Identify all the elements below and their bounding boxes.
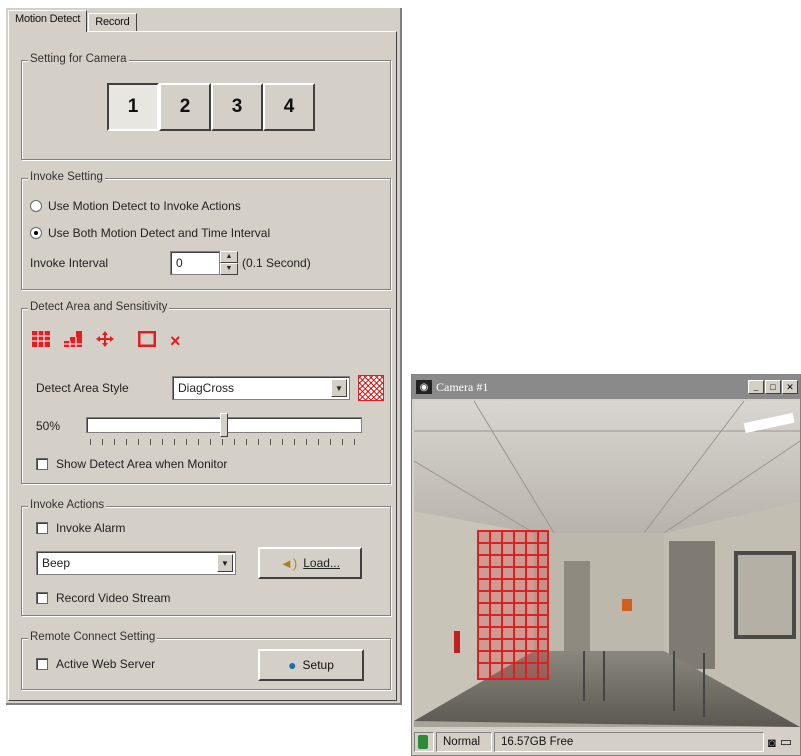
camera-setting-title: Setting for Camera (28, 53, 129, 65)
dropdown-arrow-icon[interactable]: ▼ (331, 379, 347, 397)
remote-connect-group: Remote Connect Setting Active Web Server… (21, 631, 391, 690)
record-video-checkbox[interactable] (36, 592, 48, 604)
tab-record[interactable]: Record (88, 13, 137, 32)
slider-ticks (90, 439, 362, 445)
spin-down-icon[interactable]: ▼ (220, 263, 238, 275)
camera-button-row: 1 2 3 4 (107, 83, 315, 131)
camera-window: ◉ Camera #1 _ □ ✕ Normal 16.57GB Free ◙ … (411, 374, 801, 756)
camera-3-button[interactable]: 3 (211, 83, 263, 131)
window-mode-icon[interactable]: ▭ (780, 734, 792, 750)
alarm-sound-select[interactable]: Beep ▼ (36, 551, 236, 575)
camera-title-bar[interactable]: ◉ Camera #1 _ □ ✕ (412, 375, 800, 399)
web-server-label: Active Web Server (56, 657, 156, 671)
load-button-label: Load... (303, 556, 340, 570)
spin-up-icon[interactable]: ▲ (220, 251, 238, 263)
record-video-option[interactable]: Record Video Stream (36, 591, 171, 605)
invoke-setting-title: Invoke Setting (28, 171, 105, 183)
invoke-setting-group: Invoke Setting Use Motion Detect to Invo… (21, 171, 391, 290)
move-icon[interactable] (96, 331, 114, 350)
camera-2-button[interactable]: 2 (159, 83, 211, 131)
pattern-preview-icon (358, 375, 384, 401)
slider-thumb[interactable] (220, 413, 228, 437)
remote-connect-title: Remote Connect Setting (28, 631, 158, 643)
camera-video-feed[interactable] (414, 401, 800, 727)
rectangle-icon[interactable] (137, 330, 157, 350)
status-mode: Normal (436, 732, 492, 752)
alarm-sound-value: Beep (42, 556, 71, 570)
snapshot-icon[interactable]: ◙ (768, 735, 776, 750)
tab-motion-detect[interactable]: Motion Detect (8, 10, 88, 32)
camera-status-bar: Normal 16.57GB Free ◙ ▭ (412, 729, 800, 755)
area-step-icon[interactable] (64, 331, 82, 350)
record-video-label: Record Video Stream (56, 591, 171, 605)
detection-grid-overlay (477, 530, 549, 680)
invoke-alarm-checkbox[interactable] (36, 522, 48, 534)
motion-and-time-option[interactable]: Use Both Motion Detect and Time Interval (30, 226, 270, 240)
camera-scene-image (414, 401, 800, 727)
status-free-space: 16.57GB Free (494, 732, 764, 752)
detect-style-row: Detect Area Style DiagCross ▼ (36, 375, 384, 401)
settings-panel: Motion Detect Record Setting for Camera … (6, 8, 402, 705)
motion-only-radio[interactable] (30, 200, 42, 212)
sensitivity-label: 50% (36, 419, 61, 433)
slider-track[interactable] (86, 417, 362, 433)
camera-4-button[interactable]: 4 (263, 83, 315, 131)
motion-only-option[interactable]: Use Motion Detect to Invoke Actions (30, 199, 241, 213)
delete-icon[interactable]: × (170, 332, 181, 350)
show-detect-area-label: Show Detect Area when Monitor (56, 457, 228, 471)
invoke-alarm-option[interactable]: Invoke Alarm (36, 521, 125, 535)
detect-style-value: DiagCross (178, 381, 235, 395)
web-server-checkbox[interactable] (36, 658, 48, 670)
show-detect-area-option[interactable]: Show Detect Area when Monitor (36, 457, 227, 471)
camera-1-button[interactable]: 1 (107, 83, 159, 131)
detect-style-label: Detect Area Style (36, 381, 129, 395)
tab-content: Setting for Camera 1 2 3 4 Invoke Settin… (8, 31, 397, 701)
camera-setting-group: Setting for Camera 1 2 3 4 (21, 53, 391, 160)
maximize-icon[interactable]: □ (765, 380, 781, 394)
close-icon[interactable]: ✕ (782, 380, 798, 394)
motion-only-label: Use Motion Detect to Invoke Actions (48, 199, 241, 213)
status-indicator-icon (414, 732, 434, 752)
minimize-icon[interactable]: _ (748, 380, 764, 394)
grid-select-icon[interactable] (32, 331, 50, 350)
invoke-interval-row: Invoke Interval 0 ▲ ▼ (0.1 Second) (30, 251, 311, 275)
globe-icon: ● (288, 657, 297, 673)
detect-tools-row: × (32, 330, 181, 350)
motion-and-time-label: Use Both Motion Detect and Time Interval (48, 226, 271, 240)
camera-eye-icon: ◉ (416, 380, 432, 394)
detect-style-select[interactable]: DiagCross ▼ (172, 376, 350, 400)
detect-area-group: Detect Area and Sensitivity × Detect Are… (21, 301, 391, 484)
detect-area-title: Detect Area and Sensitivity (28, 301, 170, 313)
motion-and-time-radio[interactable] (30, 227, 42, 239)
setup-button-label: Setup (302, 658, 334, 672)
invoke-interval-label: Invoke Interval (30, 256, 109, 270)
dropdown-arrow-icon[interactable]: ▼ (217, 554, 233, 572)
invoke-alarm-label: Invoke Alarm (56, 521, 126, 535)
web-server-option[interactable]: Active Web Server (36, 657, 155, 671)
window-controls: _ □ ✕ (748, 380, 798, 394)
invoke-interval-input[interactable]: 0 (170, 251, 220, 275)
show-detect-area-checkbox[interactable] (36, 458, 48, 470)
invoke-actions-group: Invoke Actions Invoke Alarm Beep ▼ ◄) Lo… (21, 499, 391, 616)
invoke-interval-spinner[interactable]: ▲ ▼ (220, 251, 238, 275)
load-button[interactable]: ◄) Load... (258, 547, 362, 579)
speaker-icon: ◄) (280, 555, 298, 571)
alarm-sound-row: Beep ▼ ◄) Load... (36, 547, 362, 579)
invoke-interval-unit: (0.1 Second) (242, 256, 311, 270)
camera-title: Camera #1 (436, 379, 489, 394)
invoke-actions-title: Invoke Actions (28, 499, 107, 511)
tab-strip: Motion Detect Record (8, 10, 138, 32)
setup-button[interactable]: ● Setup (258, 649, 364, 681)
